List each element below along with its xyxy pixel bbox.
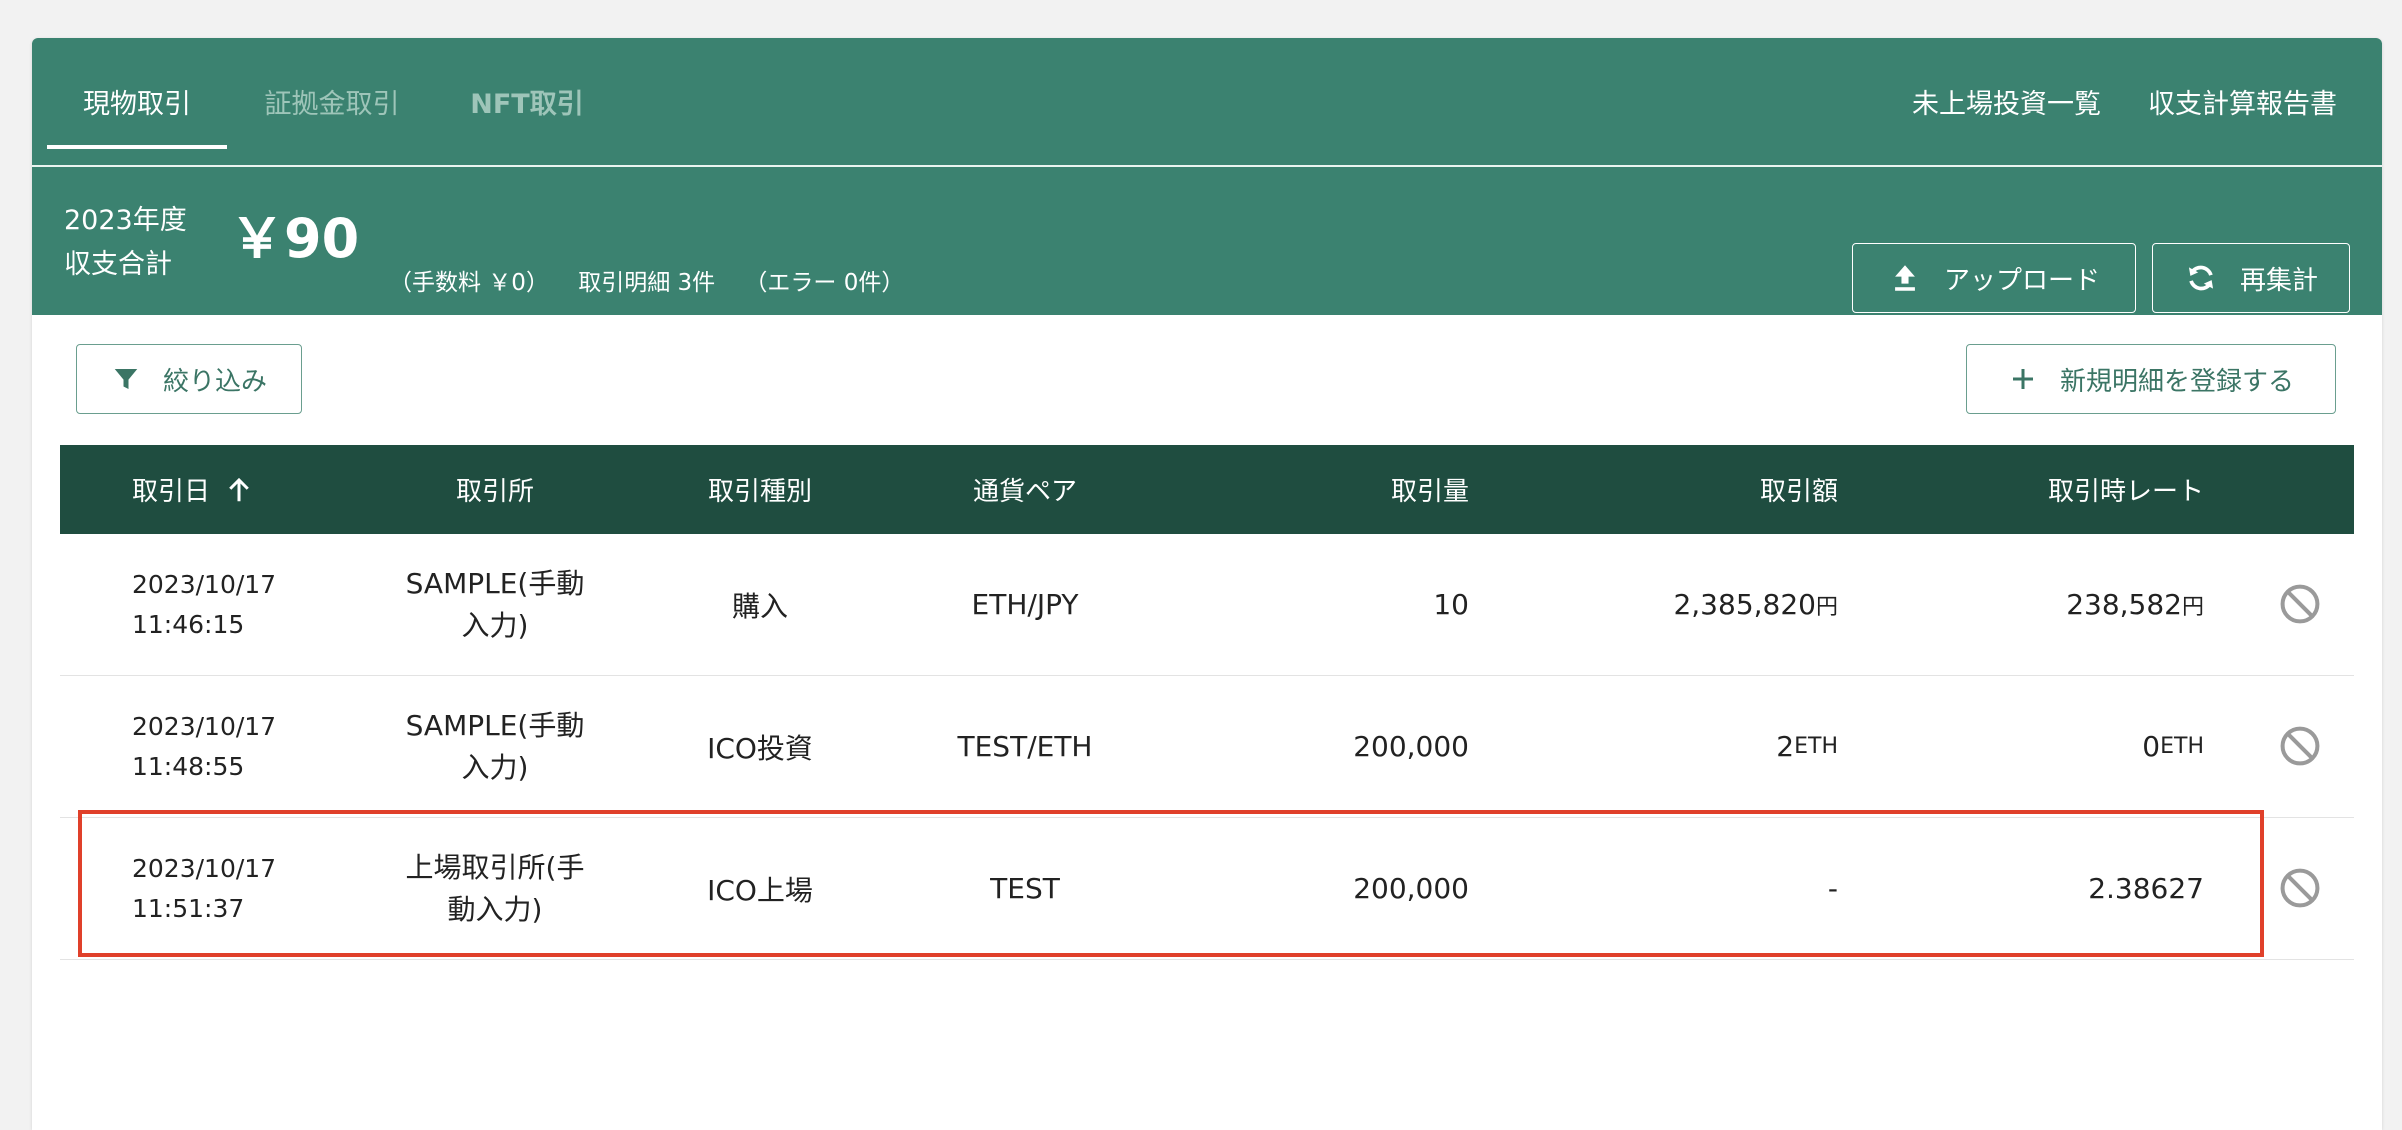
cell-type: 購入	[731, 589, 788, 623]
filter-button-label: 絞り込み	[162, 366, 267, 397]
tab-margin[interactable]: 証拠金取引	[257, 38, 407, 165]
table-row[interactable]: 2023/10/17 11:51:37 上場取引所(手 動入力) ICO上場 TES…	[60, 818, 2354, 960]
fee-info: （手数料 ￥0）	[389, 270, 549, 296]
cell-date: 2023/10/17 11:48:55	[132, 711, 277, 781]
cell-amount: 200,000	[1353, 730, 1469, 763]
header-value: 取引額	[1759, 477, 1838, 507]
summary-details: （手数料 ￥0） 取引明細 3件 （エラー 0件）	[389, 263, 904, 297]
table-row[interactable]: 2023/10/17 11:46:15 SAMPLE(手動 入力) 購入 ETH/J…	[60, 534, 2354, 676]
cell-rate: 2.38627	[2088, 872, 2204, 905]
header-date[interactable]: 取引日	[132, 445, 254, 534]
refresh-icon	[2188, 265, 2214, 291]
detail-count: 取引明細 3件	[578, 270, 716, 296]
fiscal-year-label: 2023年度	[64, 205, 187, 236]
cell-rate: 0 ETH	[2142, 730, 2204, 763]
cell-exchange: SAMPLE(手動 入力)	[405, 708, 585, 784]
tab-nft[interactable]: NFT取引	[462, 38, 592, 165]
total-value: ￥90	[230, 207, 360, 270]
error-count: （エラー 0件）	[744, 270, 905, 296]
add-new-entry-label: 新規明細を登録する	[2059, 366, 2294, 397]
ban-icon[interactable]	[2278, 582, 2322, 626]
cell-pair: ETH/JPY	[971, 588, 1079, 621]
nav-income-report[interactable]: 収支計算報告書	[2148, 38, 2337, 165]
sort-up-arrow-icon	[229, 477, 249, 501]
ban-icon[interactable]	[2278, 724, 2322, 768]
tab-spot[interactable]: 現物取引	[47, 38, 227, 165]
tab-bar: 現物取引 証拠金取引 NFT取引 未上場投資一覧 収支計算報告書	[32, 38, 2382, 165]
table-row[interactable]: 2023/10/17 11:48:55 SAMPLE(手動 入力) ICO投資 TE…	[60, 676, 2354, 818]
cell-exchange: SAMPLE(手動 入力)	[405, 566, 585, 642]
cell-value: 2,385,820 円	[1673, 588, 1838, 621]
summary-band: 2023年度 収支合計 ￥90 （手数料 ￥0） 取引明細 3件 （エラー 0件…	[32, 167, 2382, 315]
upload-button-label: アップロード	[1943, 265, 2100, 296]
nav-unlisted-investments[interactable]: 未上場投資一覧	[1912, 38, 2101, 165]
header-pair: 通貨ペア	[972, 477, 1077, 507]
recalc-button-label: 再集計	[2239, 265, 2318, 296]
cell-rate: 238,582 円	[2066, 588, 2204, 621]
app-frame: 現物取引 証拠金取引 NFT取引 未上場投資一覧 収支計算報告書 2023年度 …	[32, 38, 2382, 1130]
header-date-label: 取引日	[132, 477, 211, 507]
filter-icon	[114, 369, 138, 389]
cell-value: -	[1827, 872, 1838, 905]
add-new-entry-button[interactable]: 新規明細を登録する	[1966, 344, 2336, 414]
cell-pair: TEST/ETH	[957, 730, 1093, 763]
plus-icon	[2012, 369, 2033, 389]
filter-button[interactable]: 絞り込み	[76, 344, 302, 414]
upload-icon	[1895, 265, 1915, 291]
cell-amount: 10	[1433, 588, 1469, 621]
cell-value: 2 ETH	[1776, 730, 1838, 763]
cell-amount: 200,000	[1353, 872, 1469, 905]
cell-date: 2023/10/17 11:51:37	[132, 853, 277, 923]
header-type: 取引種別	[707, 477, 812, 507]
upload-button[interactable]: アップロード	[1852, 243, 2136, 313]
header-rate: 取引時レート	[2047, 477, 2204, 507]
ban-icon[interactable]	[2278, 866, 2322, 910]
table-header: 取引日 取引所 取引種別 通貨ペア 取引量 取引額 取引時レート	[60, 445, 2354, 534]
cell-type: ICO上場	[707, 873, 813, 907]
recalc-button[interactable]: 再集計	[2152, 243, 2350, 313]
total-label: 収支合計	[64, 249, 172, 280]
fiscal-year-block: 2023年度 収支合計	[64, 199, 187, 287]
cell-date: 2023/10/17 11:46:15	[132, 569, 277, 639]
header-amount: 取引量	[1390, 477, 1469, 507]
cell-type: ICO投資	[707, 731, 813, 765]
cell-exchange: 上場取引所(手 動入力)	[405, 850, 585, 926]
header-exchange: 取引所	[455, 477, 534, 507]
cell-pair: TEST	[990, 872, 1060, 905]
